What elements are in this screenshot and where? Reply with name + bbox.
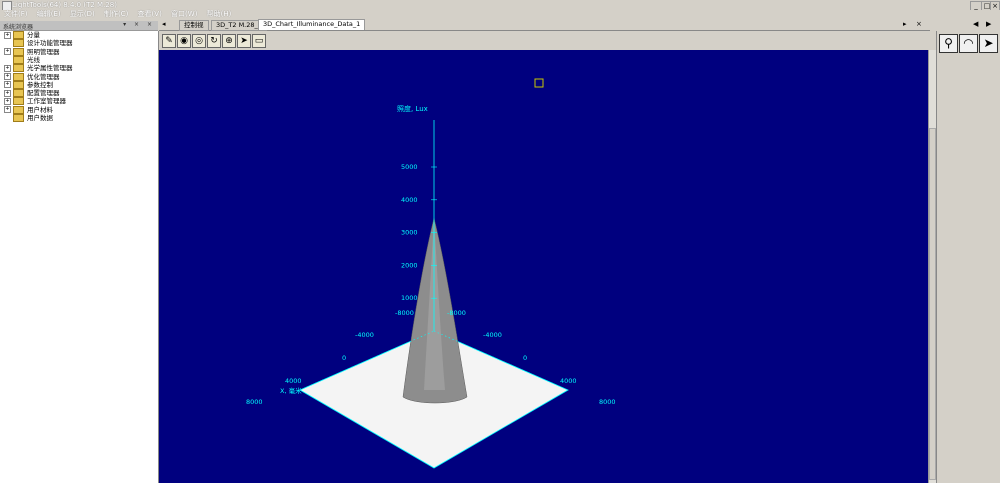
folder-icon [13,72,24,81]
scrollbar-thumb[interactable] [929,128,936,480]
x-tick-minus4000: -4000 [355,331,374,339]
expand-icon[interactable]: + [4,106,11,114]
tree-item[interactable]: 光线 [4,55,40,64]
view-toolbar: ✎ ◉ ◎ ↻ ⊕ ➤ ▭ [159,31,930,49]
z-tick-label: 3000 [401,229,418,237]
eye-view-icon[interactable]: ◠ [959,34,978,53]
folder-icon [13,64,24,73]
pencil-icon[interactable]: ✎ [162,34,176,48]
tree-item-label: 光学属性管理器 [27,64,73,73]
menu-view[interactable]: 查看(V) [138,10,162,19]
tree-item-label: 光线 [27,55,40,64]
orbit-icon[interactable]: ◎ [192,34,206,48]
tab-close-icon[interactable]: × [916,19,922,29]
folder-icon [13,105,24,114]
eye-icon[interactable]: ◉ [177,34,191,48]
expand-icon[interactable]: + [4,64,11,72]
expand-icon[interactable]: + [4,81,11,89]
tab-scroll-left-icon[interactable]: ◂ [162,19,166,29]
expand-icon[interactable]: + [4,48,11,56]
y-tick-4000: 4000 [560,377,577,385]
tree-item-label: 用户材料 [27,105,53,114]
system-tree: + 分量 设计功能管理器 + 照明管理器 光线 + 光学属性管理器 + 优化管理器 + 参数控制 + 配置… [0,31,159,483]
scroll-left-icon[interactable]: ◀ [973,20,978,28]
magnifier-icon[interactable]: ⚲ [939,34,958,53]
menu-edit[interactable]: 编辑(E) [37,10,61,19]
tab-bar: ◂ 控制视 3D_T2 M.28_1 3D_Chart_Illuminance_… [159,19,930,31]
y-tick-minus4000: -4000 [483,331,502,339]
window-title: LightTools(64) 8.4.0 (T2 M.28) [12,1,117,9]
title-bar: LightTools(64) 8.4.0 (T2 M.28) _ □ × [0,0,1000,11]
y-tick-0: 0 [523,354,527,362]
system-browser-title: 系统浏览器 [3,24,34,31]
y-tick-minus8000: -8000 [447,309,466,317]
expand-icon[interactable]: + [4,73,11,80]
tree-item-label: 参数控制 [27,80,53,89]
tree-item-label: 优化管理器 [27,72,60,81]
tree-item[interactable]: + 分量 [4,31,40,39]
tree-item-label: 配置管理器 [27,89,60,98]
panel-controls[interactable]: ▾ × × [123,21,155,28]
folder-icon [13,89,24,98]
expand-icon[interactable]: + [4,97,11,105]
pointer-icon[interactable]: ➤ [979,34,998,53]
folder-icon [13,114,24,122]
y-tick-8000: 8000 [599,398,616,406]
menu-display[interactable]: 显示(D) [70,10,95,19]
chart-viewport[interactable]: 1000 2000 3000 4000 5000 照度, Lux -8000 -4000… [159,50,928,483]
tree-item[interactable]: + 照明管理器 [4,47,60,56]
x-tick-4000: 4000 [285,377,302,385]
zoom-fit-icon[interactable]: ⊕ [222,34,236,48]
illuminance-3d-chart[interactable]: 1000 2000 3000 4000 5000 照度, Lux -8000 -4000… [159,50,928,483]
menu-file[interactable]: 文件(F) [4,10,28,19]
system-browser-header: 系统浏览器 ▾ × × [0,21,158,31]
tree-item[interactable]: + 用户材料 [4,105,53,114]
z-tick-label: 1000 [401,294,418,302]
window-icon[interactable]: ▭ [252,34,266,48]
folder-icon [13,39,24,48]
x-tick-minus8000: -8000 [395,309,414,317]
tree-item-label: 设计功能管理器 [27,39,73,48]
tree-item-label: 用户数据 [27,114,53,122]
z-tick-label: 2000 [401,261,418,269]
tree-item-label: 工作室管理器 [27,97,66,106]
tree-item-label: 分量 [27,31,40,39]
folder-icon [13,80,24,89]
z-axis-label: 照度, Lux [397,104,428,113]
tab-control-view[interactable]: 控制视 [179,20,209,31]
expand-icon[interactable]: + [4,89,11,97]
tree-item[interactable]: 用户数据 [4,114,53,122]
tree-item[interactable]: + 配置管理器 [4,89,60,98]
tree-item[interactable]: + 工作室管理器 [4,97,66,106]
rotate-icon[interactable]: ↻ [207,34,221,48]
menu-create[interactable]: 制作(C) [104,10,128,19]
tree-item[interactable]: + 参数控制 [4,80,53,89]
tab-3d-chart[interactable]: 3D_Chart_Illuminance_Data_1 [258,19,366,30]
z-tick-label: 5000 [401,163,418,171]
right-tool-panel: ⚲ ◠ ➤ [936,31,1000,483]
menu-bar: 文件(F) 编辑(E) 显示(D) 制作(C) 查看(V) 窗口(W) 帮助(H… [0,10,1000,19]
folder-icon [13,31,24,39]
pick-marker [534,78,544,88]
tree-item-label: 照明管理器 [27,47,60,56]
folder-icon [13,55,24,64]
tree-item[interactable]: + 光学属性管理器 [4,64,73,73]
expand-icon[interactable]: + [4,31,11,39]
select-arrow-icon[interactable]: ➤ [237,34,251,48]
tree-item[interactable]: 设计功能管理器 [4,39,73,48]
scroll-right-icon[interactable]: ▶ [986,20,991,28]
tree-item[interactable]: + 优化管理器 [4,72,60,81]
tab-scroll-right-icon[interactable]: ▸ [903,19,907,29]
x-tick-8000: 8000 [246,398,263,406]
x-tick-0: 0 [342,354,346,362]
folder-icon [13,47,24,56]
x-axis-label: X, 毫米 [280,386,302,395]
folder-icon [13,97,24,106]
menu-window[interactable]: 窗口(W) [171,10,197,19]
z-tick-label: 4000 [401,196,418,204]
menu-help[interactable]: 帮助(H) [207,10,232,19]
